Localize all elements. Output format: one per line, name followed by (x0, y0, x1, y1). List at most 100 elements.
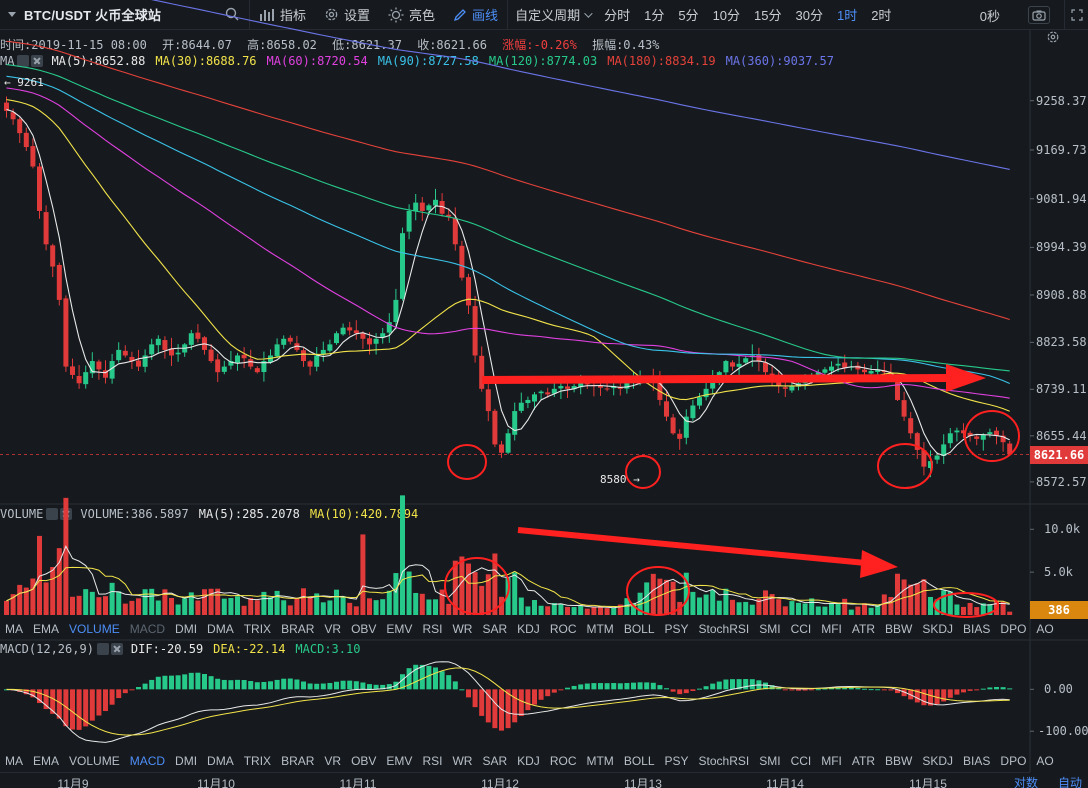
tab-smi[interactable]: SMI (754, 622, 785, 636)
tab-brar[interactable]: BRAR (276, 622, 319, 636)
tab-kdj[interactable]: KDJ (512, 754, 545, 768)
tab-ma[interactable]: MA (0, 622, 28, 636)
tab-skdj[interactable]: SKDJ (917, 754, 958, 768)
macd-bar (631, 682, 636, 690)
volume-bar (848, 609, 854, 615)
macd-bar (129, 689, 135, 691)
candle-body (987, 432, 993, 435)
tab-cci[interactable]: CCI (786, 754, 817, 768)
tab-emv[interactable]: EMV (381, 754, 417, 768)
tab-macd[interactable]: MACD (125, 622, 170, 636)
tab-volume[interactable]: VOLUME (64, 622, 125, 636)
tab-dpo[interactable]: DPO (995, 754, 1031, 768)
tab-ema[interactable]: EMA (28, 622, 64, 636)
volume-bar (347, 602, 353, 615)
macd-bar (472, 689, 478, 708)
tab-dma[interactable]: DMA (202, 622, 239, 636)
tab-stochrsi[interactable]: StochRSI (694, 622, 755, 636)
tab-rsi[interactable]: RSI (417, 754, 447, 768)
tab-psy[interactable]: PSY (660, 754, 694, 768)
tab-wr[interactable]: WR (447, 754, 477, 768)
tab-brar[interactable]: BRAR (276, 754, 319, 768)
macd-bar (677, 689, 683, 695)
tab-sar[interactable]: SAR (477, 622, 512, 636)
ma-line-90 (6, 75, 1010, 384)
tab-vr[interactable]: VR (319, 622, 346, 636)
tab-ao[interactable]: AO (1031, 622, 1058, 636)
volume-bar (644, 582, 650, 615)
candles (4, 96, 1013, 478)
tab-dmi[interactable]: DMI (170, 622, 202, 636)
volume-bar (842, 598, 848, 615)
candle-body (406, 210, 412, 232)
tab-boll[interactable]: BOLL (619, 622, 660, 636)
tab-bias[interactable]: BIAS (958, 622, 995, 636)
tab-dpo[interactable]: DPO (995, 622, 1031, 636)
tab-mtm[interactable]: MTM (581, 622, 618, 636)
macd-bar (340, 680, 346, 690)
macd-bar (353, 681, 359, 690)
volume-bar (908, 584, 914, 615)
macd-bar (855, 688, 861, 690)
ma-line-120 (6, 64, 1010, 372)
volume-bar (855, 606, 861, 615)
tab-atr[interactable]: ATR (847, 622, 880, 636)
tab-sar[interactable]: SAR (477, 754, 512, 768)
tab-psy[interactable]: PSY (660, 622, 694, 636)
tab-smi[interactable]: SMI (754, 754, 785, 768)
tab-obv[interactable]: OBV (346, 622, 381, 636)
tab-atr[interactable]: ATR (847, 754, 880, 768)
tab-macd[interactable]: MACD (125, 754, 170, 768)
volume-bar (809, 598, 815, 615)
candle-body (155, 338, 161, 346)
tab-kdj[interactable]: KDJ (512, 622, 545, 636)
tab-mtm[interactable]: MTM (581, 754, 618, 768)
tab-emv[interactable]: EMV (381, 622, 417, 636)
candle-body (274, 344, 280, 357)
tab-vr[interactable]: VR (319, 754, 346, 768)
tab-ema[interactable]: EMA (28, 754, 64, 768)
candle-body (314, 355, 320, 367)
tab-trix[interactable]: TRIX (239, 754, 276, 768)
volume-bar (340, 596, 346, 615)
tab-boll[interactable]: BOLL (619, 754, 660, 768)
tab-rsi[interactable]: RSI (417, 622, 447, 636)
macd-bar (558, 689, 564, 691)
tab-cci[interactable]: CCI (786, 622, 817, 636)
tab-dma[interactable]: DMA (202, 754, 239, 768)
tab-bbw[interactable]: BBW (880, 622, 917, 636)
tab-skdj[interactable]: SKDJ (917, 622, 958, 636)
date-label-0: 11月9 (57, 777, 89, 788)
macd-bar (716, 681, 722, 690)
candle-body (835, 363, 841, 366)
tab-mfi[interactable]: MFI (816, 754, 847, 768)
candle-body (30, 146, 36, 167)
macd-bar (987, 687, 993, 690)
price-chart[interactable]: ← 9261 8580 → (0, 0, 1088, 788)
tab-trix[interactable]: TRIX (239, 622, 276, 636)
tab-mfi[interactable]: MFI (816, 622, 847, 636)
tab-dmi[interactable]: DMI (170, 754, 202, 768)
tab-stochrsi[interactable]: StochRSI (694, 754, 755, 768)
tab-ao[interactable]: AO (1031, 754, 1058, 768)
candle-body (934, 455, 940, 460)
tab-wr[interactable]: WR (447, 622, 477, 636)
macd-bar (485, 689, 491, 723)
price-label-1: 9169.73 (1036, 142, 1087, 157)
tab-obv[interactable]: OBV (346, 754, 381, 768)
tab-roc[interactable]: ROC (545, 622, 582, 636)
tab-volume[interactable]: VOLUME (64, 754, 125, 768)
candle-body (37, 166, 42, 211)
tab-ma[interactable]: MA (0, 754, 28, 768)
tab-bias[interactable]: BIAS (958, 754, 995, 768)
candle-body (83, 372, 89, 385)
macd-bar (703, 686, 709, 690)
macd-bar (789, 689, 795, 691)
volume-bar (928, 596, 933, 615)
axis-button-1[interactable]: 自动 (1058, 774, 1082, 788)
tab-bbw[interactable]: BBW (880, 754, 917, 768)
axis-button-0[interactable]: 对数 (1014, 774, 1038, 788)
volume-bar (274, 590, 280, 615)
volume-bar (558, 603, 564, 615)
tab-roc[interactable]: ROC (545, 754, 582, 768)
